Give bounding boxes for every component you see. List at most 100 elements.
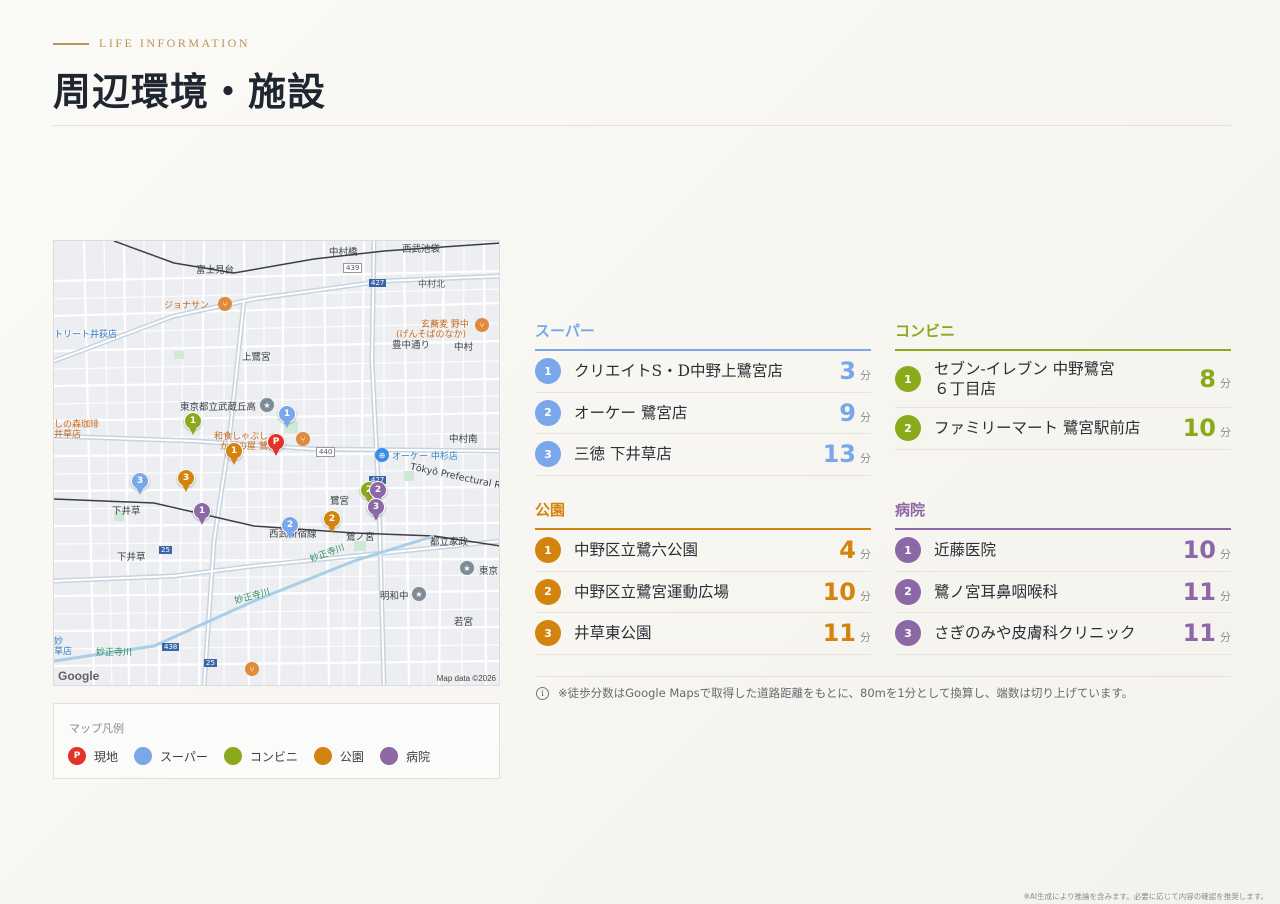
map-pin-park-2[interactable]: 2	[323, 510, 341, 534]
facility-name: さぎのみや皮膚科クリニック	[934, 624, 1136, 643]
walk-minutes: 10	[822, 577, 856, 606]
walk-minutes: 11	[1182, 619, 1216, 648]
map-pin-hospital-3[interactable]: 3	[367, 498, 385, 522]
list-item[interactable]: 3 井草東公園 11 分	[535, 613, 871, 655]
map-label-meiwa: 明和中	[380, 591, 409, 602]
map-label-ogikubo: トリート井荻店	[54, 330, 118, 340]
restaurant-icon[interactable]: ⑂	[475, 318, 489, 332]
map-label-nakamuraminami: 中村南	[449, 434, 478, 445]
item-number: 3	[535, 441, 561, 468]
walk-minutes: 11	[822, 619, 856, 648]
school-icon[interactable]: ★	[412, 587, 426, 601]
walk-minutes: 11	[1182, 577, 1216, 606]
walk-time: 10 分	[823, 578, 871, 606]
legend-item-super: スーパー	[134, 747, 208, 765]
map-label-tokyo: 東京	[479, 566, 499, 577]
map-pin-site[interactable]: P	[267, 433, 285, 457]
item-number: 3	[535, 620, 561, 647]
walk-time: 11 分	[1183, 578, 1231, 606]
map-pin-park-1[interactable]: 1	[225, 442, 243, 466]
legend-label: スーパー	[160, 749, 208, 764]
map-label-okenakasugi: オーケー 中杉店	[392, 452, 458, 462]
category-title: 公園	[535, 499, 871, 530]
route-427: 427	[369, 279, 387, 287]
walk-time: 4 分	[839, 536, 871, 564]
legend-dot-icon	[223, 747, 242, 765]
category-park: 公園 1 中野区立鷺六公園 4 分 2 中野区立鷺宮運動広場 10 分 3 井草…	[535, 499, 871, 655]
restaurant-icon[interactable]: ⑂	[245, 662, 259, 676]
eyebrow: LIFE INFORMATION	[53, 36, 1231, 51]
legend-item-hospital: 病院	[379, 747, 430, 765]
category-title: コンビニ	[895, 320, 1231, 351]
item-number: 1	[895, 366, 921, 392]
list-item[interactable]: 2 鷺ノ宮耳鼻咽喉科 11 分	[895, 572, 1231, 613]
list-item[interactable]: 2 オーケー 鷺宮店 9 分	[535, 393, 871, 434]
pin-tail	[198, 517, 206, 525]
note-divider	[535, 676, 1231, 677]
map-label-wakamiya: 若宮	[454, 617, 474, 628]
map-pin-park-3[interactable]: 3	[177, 469, 195, 493]
item-number: 2	[895, 415, 921, 442]
list-item[interactable]: 1 近藤医院 10 分	[895, 530, 1231, 572]
route-438: 438	[162, 643, 180, 651]
map-label-saginomiyast: 鷺ノ宮	[346, 532, 375, 543]
school-icon[interactable]: ★	[260, 398, 274, 412]
item-number: 3	[895, 620, 921, 647]
school-icon[interactable]: ★	[460, 561, 474, 575]
minutes-unit: 分	[860, 631, 871, 645]
map-label-myoshoji3: 妙正寺川	[96, 648, 133, 658]
map-pin-super-3[interactable]: 3	[131, 472, 149, 496]
walk-minutes: 8	[1199, 365, 1216, 393]
map-pin-super-1[interactable]: 1	[278, 405, 296, 429]
walk-minutes: 9	[839, 398, 856, 427]
route-25: 25	[159, 546, 172, 554]
eyebrow-text: LIFE INFORMATION	[99, 36, 250, 50]
map-label-jonathan: ジョナサン	[164, 301, 210, 311]
walk-minutes: 3	[839, 357, 856, 386]
minutes-unit: 分	[860, 369, 871, 383]
minutes-unit: 分	[1220, 631, 1231, 645]
list-item[interactable]: 1 セブン-イレブン 中野鷺宮 ６丁目店 8 分	[895, 351, 1231, 408]
list-item[interactable]: 3 さぎのみや皮膚科クリニック 11 分	[895, 613, 1231, 655]
eyebrow-line	[53, 42, 89, 45]
area-map[interactable]: 中村橋 西武池袋 富士見台 439 427 中村北 ジョナサン トリート井荻店 …	[53, 240, 500, 686]
restaurant-icon[interactable]: ⑂	[296, 432, 310, 446]
walk-minutes: 4	[839, 536, 856, 565]
map-label-shimoigusa: 下井草	[112, 506, 141, 517]
category-hospital: 病院 1 近藤医院 10 分 2 鷺ノ宮耳鼻咽喉科 11 分 3 さぎのみや皮膚…	[895, 499, 1231, 655]
pin-tail	[372, 513, 380, 521]
facility-name: 井草東公園	[574, 624, 652, 643]
walk-time: 11 分	[1183, 619, 1231, 647]
item-number: 2	[535, 578, 561, 605]
legend-title: マップ凡例	[69, 722, 124, 735]
facility-name: ファミリーマート 鷺宮駅前店	[934, 419, 1141, 438]
walk-time: 11 分	[823, 619, 871, 647]
list-item[interactable]: 2 中野区立鷺宮運動広場 10 分	[535, 572, 871, 613]
map-legend: マップ凡例 P 現地 スーパー コンビニ 公園 病院	[53, 703, 500, 779]
item-number: 1	[895, 537, 921, 564]
list-item[interactable]: 3 三徳 下井草店 13 分	[535, 434, 871, 476]
facility-name: 鷺ノ宮耳鼻咽喉科	[934, 582, 1059, 601]
map-label-musashigaoka: 東京都立武蔵丘高	[180, 402, 257, 413]
walk-time: 8 分	[1199, 365, 1231, 393]
restaurant-icon[interactable]: ⑂	[218, 297, 232, 311]
map-pin-super-2[interactable]: 2	[281, 516, 299, 540]
legend-item-site: P 現地	[68, 747, 118, 765]
facility-name: オーケー 鷺宮店	[574, 403, 688, 422]
map-pin-conbini-1[interactable]: 1	[184, 412, 202, 436]
list-item[interactable]: 2 ファミリーマート 鷺宮駅前店 10 分	[895, 408, 1231, 450]
list-item[interactable]: 1 クリエイトS・D中野上鷺宮店 3 分	[535, 351, 871, 393]
walk-time: 10 分	[1183, 414, 1231, 442]
route-25b: 25	[204, 659, 217, 667]
legend-dot-icon	[134, 747, 153, 765]
walk-minutes: 13	[822, 440, 856, 469]
legend-label: 公園	[339, 749, 364, 764]
minutes-unit: 分	[1220, 377, 1231, 390]
legend-label: 病院	[405, 749, 430, 764]
pin-tail	[182, 484, 190, 492]
item-number: 2	[535, 399, 561, 426]
map-label-nishiikebukuro: 西武池袋	[402, 244, 441, 255]
map-pin-hospital-1[interactable]: 1	[193, 502, 211, 526]
list-item[interactable]: 1 中野区立鷺六公園 4 分	[535, 530, 871, 572]
shopping-cart-icon[interactable]: ⊕	[375, 448, 389, 462]
